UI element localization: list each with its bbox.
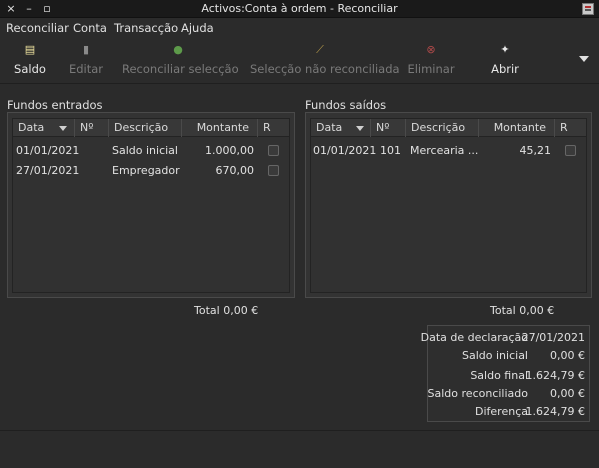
delete-button[interactable]: ⊗ Eliminar	[405, 38, 457, 84]
column-description[interactable]: Descrição	[406, 119, 479, 137]
sort-desc-icon	[59, 126, 67, 131]
reconcile-icon: ●	[173, 43, 183, 56]
reconcile-checkbox[interactable]	[268, 145, 279, 156]
unreconcile-selection-button[interactable]: ⟋ Selecção não reconciliada	[250, 38, 400, 84]
funds-out-header: Data Nº Descrição Montante R	[311, 119, 586, 137]
column-date[interactable]: Data	[13, 119, 75, 137]
menu-ajuda[interactable]: Ajuda	[181, 18, 214, 38]
reconcile-selection-button[interactable]: ● Reconciliar selecção	[122, 38, 239, 84]
menu-reconciliar[interactable]: Reconciliar	[6, 18, 69, 38]
column-reconciled[interactable]: R	[258, 119, 291, 137]
summary-row: Data de declaração 27/01/2021	[420, 331, 585, 344]
menu-conta[interactable]: Conta	[73, 18, 107, 38]
menu-transaccao[interactable]: Transacção	[114, 18, 178, 38]
funds-in-header: Data Nº Descrição Montante R	[13, 119, 289, 137]
summary-row: Diferença 1.624,79 €	[475, 405, 585, 418]
edit-icon: ▮	[82, 43, 90, 56]
sort-desc-icon	[356, 126, 364, 131]
funds-in-title: Fundos entrados	[7, 98, 103, 112]
column-amount[interactable]: Montante	[182, 119, 258, 137]
column-description[interactable]: Descrição	[109, 119, 182, 137]
summary-row: Saldo inicial 0,00 €	[462, 349, 585, 362]
funds-out-title: Fundos saídos	[305, 98, 387, 112]
open-button[interactable]: ✦ Abrir	[484, 38, 526, 84]
funds-out-frame: Data Nº Descrição Montante R 01/01/2021 …	[305, 112, 592, 298]
balance-icon: ▤	[24, 43, 36, 56]
column-number[interactable]: Nº	[371, 119, 406, 137]
balance-button[interactable]: ▤ Saldo	[8, 38, 52, 84]
summary-row: Saldo final 1.624,79 €	[470, 369, 585, 382]
title-bar: × – ▫ Activos:Conta à ordem - Reconcilia…	[0, 0, 599, 18]
app-icon	[582, 3, 594, 15]
reconcile-checkbox[interactable]	[565, 145, 576, 156]
reconcile-checkbox[interactable]	[268, 165, 279, 176]
funds-out-total: Total 0,00 €	[490, 304, 555, 317]
funds-in-total: Total 0,00 €	[194, 304, 259, 317]
delete-icon: ⊗	[426, 43, 436, 56]
summary-row: Saldo reconciliado 0,00 €	[427, 387, 585, 400]
column-date[interactable]: Data	[311, 119, 371, 137]
funds-out-list[interactable]: Data Nº Descrição Montante R 01/01/2021 …	[310, 118, 587, 293]
toolbar: ▤ Saldo ▮ Editar ● Reconciliar selecção …	[0, 38, 599, 84]
open-icon: ✦	[500, 43, 510, 56]
reconcile-summary: Data de declaração 27/01/2021 Saldo inic…	[420, 325, 590, 422]
column-reconciled[interactable]: R	[555, 119, 588, 137]
column-number[interactable]: Nº	[75, 119, 109, 137]
table-row[interactable]: 27/01/2021 Empregador 670,00	[13, 161, 289, 181]
column-amount[interactable]: Montante	[479, 119, 555, 137]
status-bar	[0, 430, 599, 468]
funds-in-frame: Data Nº Descrição Montante R 01/01/2021 …	[7, 112, 295, 298]
window-title: Activos:Conta à ordem - Reconciliar	[201, 2, 398, 15]
table-row[interactable]: 01/01/2021 Saldo inicial 1.000,00	[13, 141, 289, 161]
table-row[interactable]: 01/01/2021 101 Mercearia ... 45,21	[311, 141, 586, 161]
funds-in-list[interactable]: Data Nº Descrição Montante R 01/01/2021 …	[12, 118, 290, 293]
menu-bar: Reconciliar Conta Transacção Ajuda	[0, 18, 599, 38]
edit-button[interactable]: ▮ Editar	[62, 38, 110, 84]
toolbar-overflow-icon[interactable]	[579, 56, 589, 62]
unreconcile-icon: ⟋	[316, 43, 324, 56]
